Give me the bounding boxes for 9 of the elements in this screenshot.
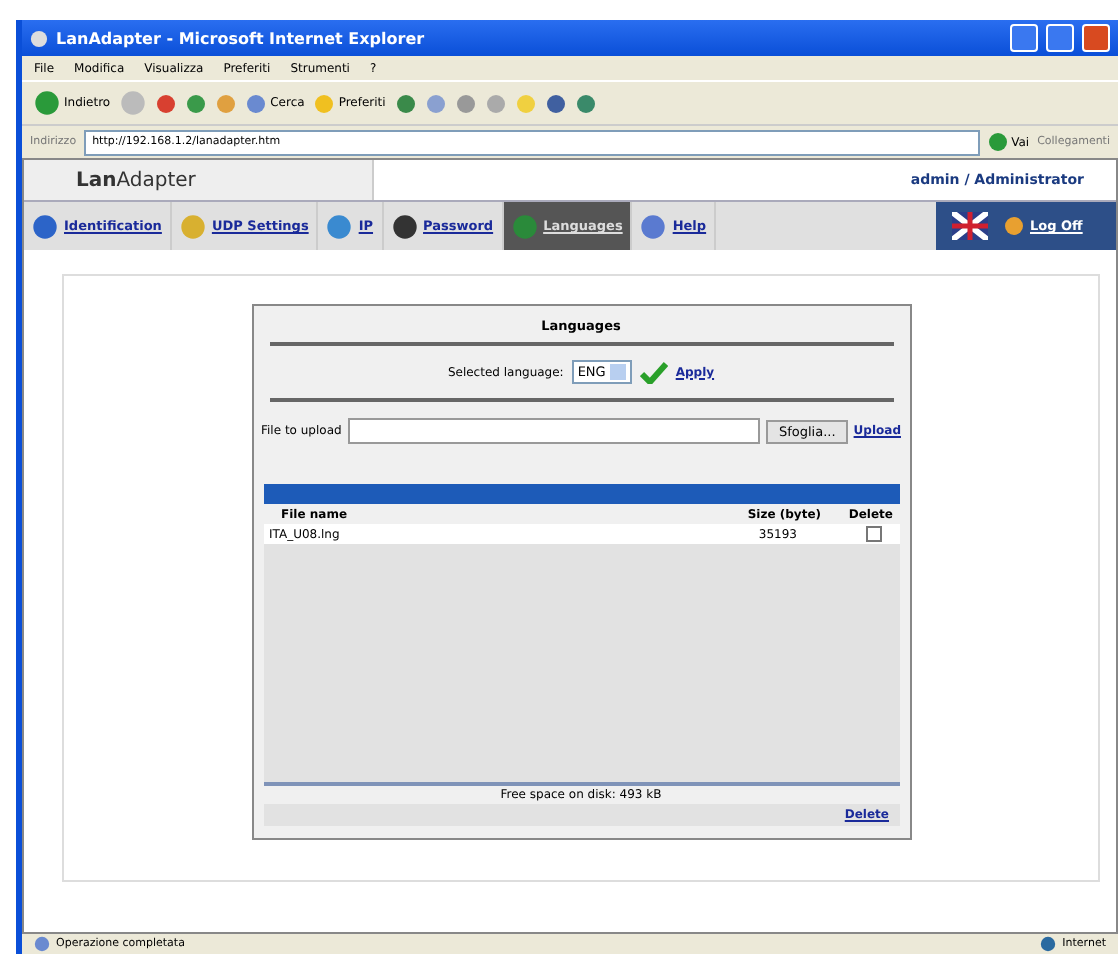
brand-logo: LanAdapter	[24, 160, 374, 200]
minimize-button[interactable]	[1010, 24, 1038, 52]
delete-checkbox[interactable]	[865, 526, 881, 542]
window-title: LanAdapter - Microsoft Internet Explorer	[56, 29, 425, 47]
file-field[interactable]	[347, 418, 761, 444]
union-flag-icon	[952, 212, 988, 240]
checkmark-icon	[639, 361, 668, 383]
maximize-button[interactable]	[1046, 24, 1074, 52]
close-button[interactable]	[1082, 24, 1110, 52]
